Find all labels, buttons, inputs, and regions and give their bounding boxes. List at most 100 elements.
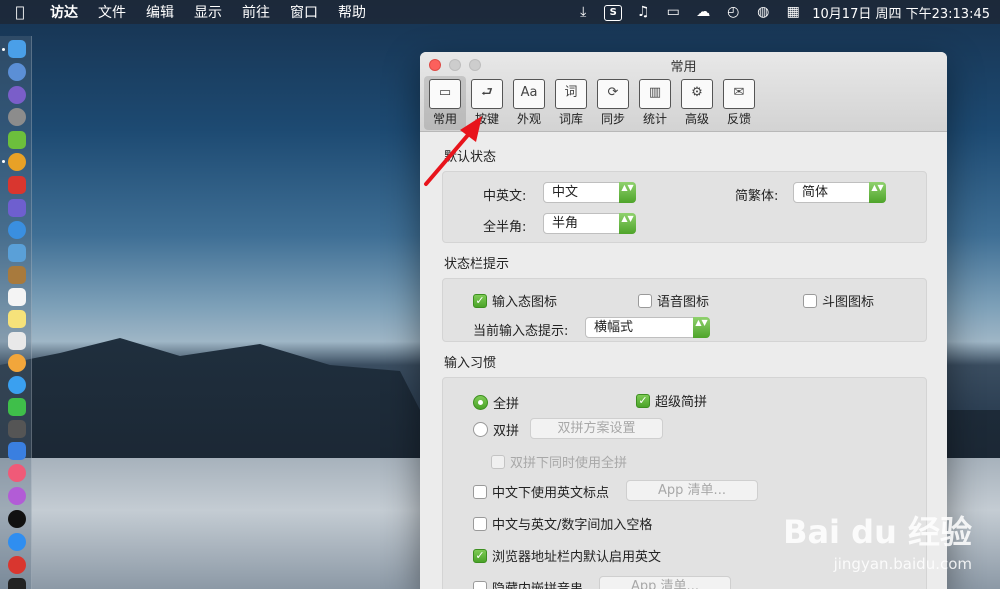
terminal-icon[interactable] xyxy=(8,578,26,589)
notes-brown-icon[interactable] xyxy=(8,266,26,284)
menu-edit[interactable]: 编辑 xyxy=(136,2,184,22)
android-icon[interactable] xyxy=(8,131,26,149)
space-between-checkbox-row[interactable]: 中文与英文/数字间加入空格 xyxy=(473,514,652,533)
doutu-icon-checkbox[interactable] xyxy=(803,293,817,308)
radio-label: 全拼 xyxy=(493,397,520,412)
dock-running-dot xyxy=(2,160,5,163)
keynote-icon[interactable] xyxy=(8,442,26,460)
browser-en-checkbox[interactable]: ✓ xyxy=(473,548,487,563)
podcasts-icon[interactable] xyxy=(8,487,26,505)
red-annotation-arrow-icon xyxy=(424,116,482,186)
shuangpin-radio-row[interactable]: 双拼 xyxy=(473,420,519,439)
checkbox-label: 中文与英文/数字间加入空格 xyxy=(492,518,653,533)
music-note-icon[interactable]: ♫ xyxy=(631,4,655,20)
input-state-icon-checkbox-row[interactable]: ✓ 输入态图标 xyxy=(473,291,557,310)
checkbox-label: 中文下使用英文标点 xyxy=(492,486,610,501)
tab-label: 外观 xyxy=(516,112,541,126)
shuangpin-settings-button[interactable]: 双拼方案设置 xyxy=(530,418,663,439)
tab-sync[interactable]: ⟳ 同步 xyxy=(592,76,634,130)
shuangpin-radio[interactable] xyxy=(473,422,488,437)
app-purple-icon[interactable] xyxy=(8,199,26,217)
share-screen-icon[interactable]: ▭ xyxy=(661,4,685,20)
trad-simp-value: 简体 xyxy=(802,185,829,200)
calendar-icon[interactable]: ▦ xyxy=(781,4,805,20)
notes-icon[interactable] xyxy=(8,310,26,328)
select-stepper-icon: ▲▼ xyxy=(619,213,636,234)
safari-icon[interactable] xyxy=(8,221,26,239)
zh-en-select[interactable]: 中文 ▲▼ xyxy=(543,182,636,203)
en-punct-checkbox-row[interactable]: 中文下使用英文标点 xyxy=(473,482,609,501)
input-state-icon-checkbox[interactable]: ✓ xyxy=(473,293,487,308)
reminders-icon[interactable] xyxy=(8,332,26,350)
siri-icon[interactable] xyxy=(8,86,26,104)
general-icon: ▭ xyxy=(429,79,461,109)
ghost-icon[interactable]: ☁ xyxy=(691,4,715,20)
app-red-icon[interactable] xyxy=(8,176,26,194)
group-statusbar-hint: ✓ 输入态图标 语音图标 斗图图标 当前输入态提示: 横幅式 ▲▼ xyxy=(442,278,927,342)
tab-label: 反馈 xyxy=(726,112,751,126)
space-between-checkbox[interactable] xyxy=(473,516,487,531)
browser-en-checkbox-row[interactable]: ✓ 浏览器地址栏内默认启用英文 xyxy=(473,546,661,565)
compass-icon[interactable]: ◴ xyxy=(721,4,745,20)
hide-inline-checkbox[interactable] xyxy=(473,580,487,589)
checkbox-label: 输入态图标 xyxy=(492,295,558,310)
current-hint-value: 横幅式 xyxy=(594,320,634,335)
menu-go[interactable]: 前往 xyxy=(232,2,280,22)
tab-advanced[interactable]: ⚙ 高级 xyxy=(676,76,718,130)
app-list-button-1[interactable]: App 清单... xyxy=(626,480,758,501)
current-hint-select[interactable]: 横幅式 ▲▼ xyxy=(585,317,710,338)
app-store-icon[interactable] xyxy=(8,533,26,551)
super-jianpin-checkbox-row[interactable]: ✓ 超级简拼 xyxy=(636,391,707,410)
width-select[interactable]: 半角 ▲▼ xyxy=(543,213,636,234)
globe-icon[interactable]: ◍ xyxy=(751,4,775,20)
messages-icon[interactable] xyxy=(8,376,26,394)
tab-feedback[interactable]: ✉ 反馈 xyxy=(718,76,760,130)
download-icon[interactable]: ⤓ xyxy=(571,4,595,20)
super-jianpin-checkbox[interactable]: ✓ xyxy=(636,393,650,408)
radio-label: 双拼 xyxy=(493,424,520,439)
select-stepper-icon: ▲▼ xyxy=(869,182,886,203)
voice-icon-checkbox[interactable] xyxy=(638,293,652,308)
sogou-s-icon[interactable]: S xyxy=(601,3,625,21)
dictionary-icon: 词 xyxy=(555,79,587,109)
apple-tv-icon[interactable] xyxy=(8,510,26,528)
menu-help[interactable]: 帮助 xyxy=(328,2,376,22)
menu-window[interactable]: 窗口 xyxy=(280,2,328,22)
rocket-icon[interactable] xyxy=(8,108,26,126)
width-label: 全半角: xyxy=(483,220,527,235)
section-input-habits-title: 输入习惯 xyxy=(444,356,497,371)
tab-stats[interactable]: ▥ 统计 xyxy=(634,76,676,130)
keys-icon: ⮐ xyxy=(471,79,503,109)
trad-simp-select[interactable]: 简体 ▲▼ xyxy=(793,182,886,203)
photos-icon[interactable] xyxy=(8,354,26,372)
hide-inline-checkbox-row[interactable]: 隐藏内嵌拼音串 xyxy=(473,578,583,589)
select-stepper-icon: ▲▼ xyxy=(693,317,710,338)
voice-icon-checkbox-row[interactable]: 语音图标 xyxy=(638,291,709,310)
apple-menu-icon[interactable]:  xyxy=(0,3,40,21)
launchpad-icon[interactable] xyxy=(8,63,26,81)
shuangpin-with-quanpin-checkbox-row[interactable]: 双拼下同时使用全拼 xyxy=(491,452,627,471)
facetime-icon[interactable] xyxy=(8,398,26,416)
group-default-state: 中英文: 中文 ▲▼ 简繁体: 简体 ▲▼ 全半角: 半角 ▲▼ xyxy=(442,171,927,243)
quanpin-radio-row[interactable]: 全拼 xyxy=(473,393,519,412)
vivaldi-icon[interactable] xyxy=(8,556,26,574)
en-punct-checkbox[interactable] xyxy=(473,484,487,499)
tab-appearance[interactable]: Aa 外观 xyxy=(508,76,550,130)
menu-view[interactable]: 显示 xyxy=(184,2,232,22)
system-preferences-icon[interactable] xyxy=(8,420,26,438)
menubar-clock[interactable]: 10月17日 周四 下午23:13:45 xyxy=(808,3,1000,22)
preview-icon[interactable] xyxy=(8,244,26,262)
sync-icon: ⟳ xyxy=(597,79,629,109)
menu-app-finder[interactable]: 访达 xyxy=(40,2,88,22)
itunes-icon[interactable] xyxy=(8,464,26,482)
doutu-icon-checkbox-row[interactable]: 斗图图标 xyxy=(803,291,874,310)
shuangpin-with-quanpin-checkbox[interactable] xyxy=(491,454,505,469)
quanpin-radio[interactable] xyxy=(473,395,488,410)
chrome-icon[interactable] xyxy=(8,153,26,171)
menu-file[interactable]: 文件 xyxy=(88,2,136,22)
tab-dictionary[interactable]: 词 词库 xyxy=(550,76,592,130)
app-list-button-2[interactable]: App 清单... xyxy=(599,576,731,589)
calendar-dock-icon[interactable] xyxy=(8,288,26,306)
baidu-jingyan-watermark: Bai du 经验 jingyan.baidu.com xyxy=(783,507,972,573)
finder-icon[interactable] xyxy=(8,40,26,58)
